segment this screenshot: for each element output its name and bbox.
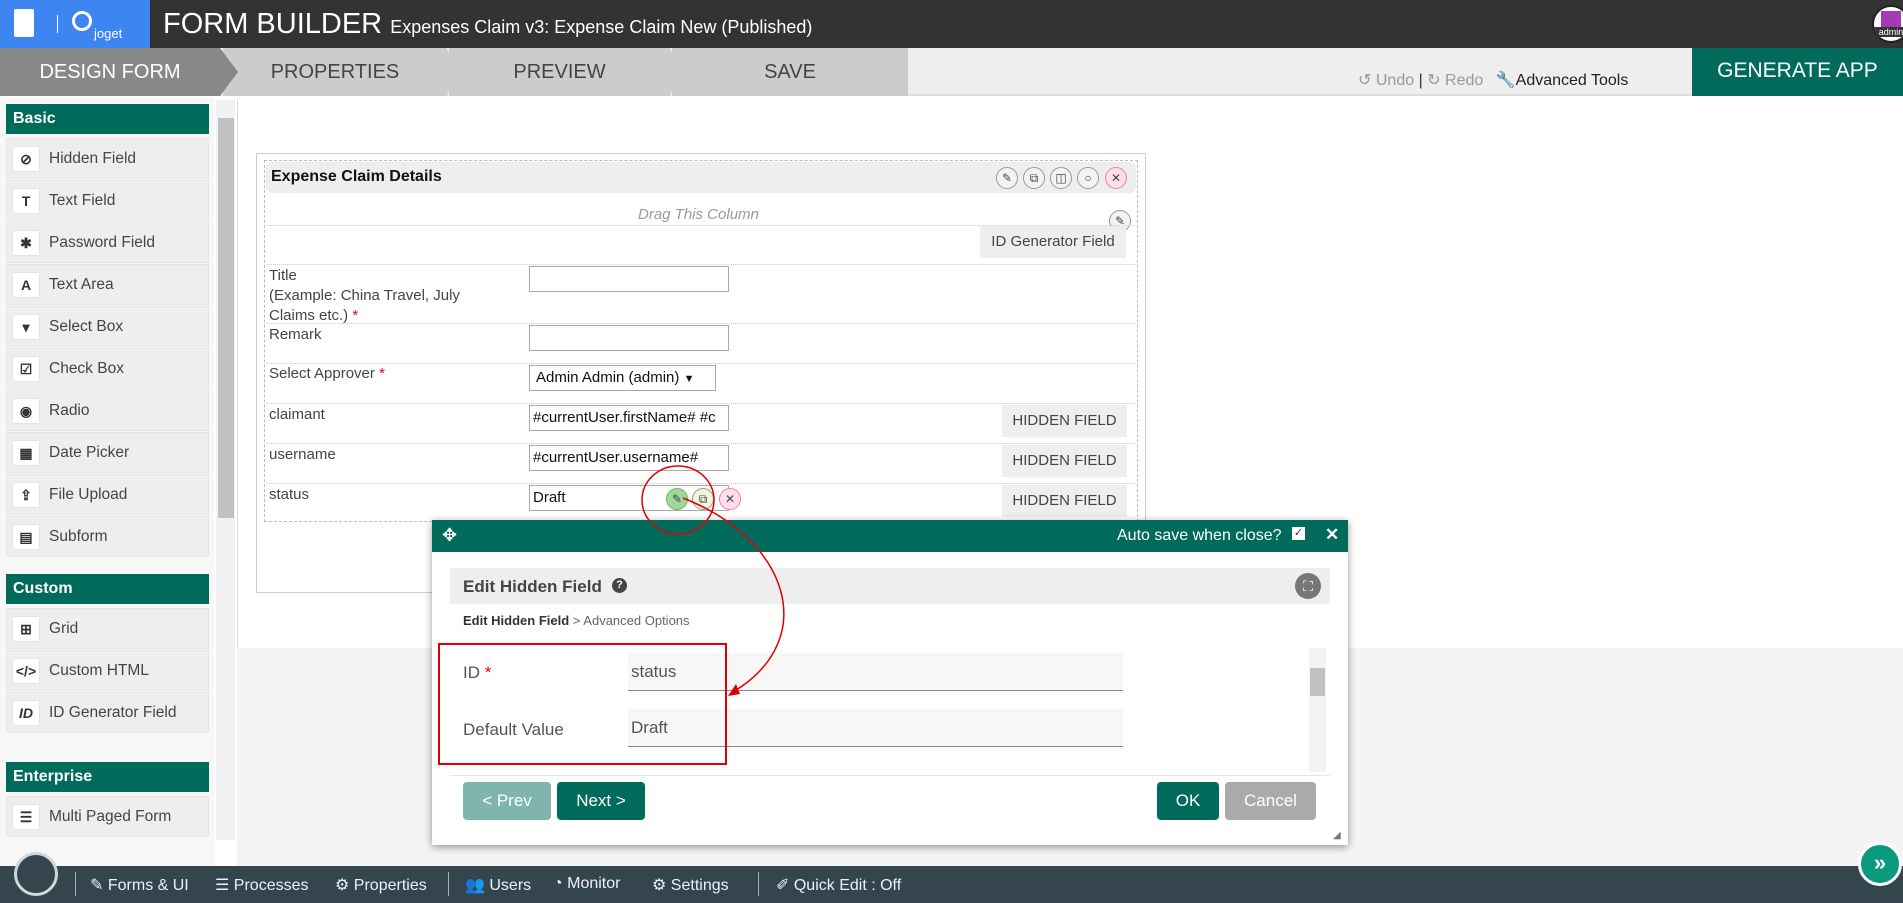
chevron-icon — [220, 48, 238, 96]
processes-link[interactable]: ☰ Processes — [215, 875, 309, 895]
link-label: Monitor — [567, 875, 621, 892]
separator — [448, 872, 449, 896]
annotation-arrow — [641, 465, 785, 696]
link-label: Settings — [670, 877, 729, 894]
joget-home-icon[interactable] — [14, 852, 58, 896]
monitor-link[interactable]: ◔ Monitor — [553, 875, 620, 893]
settings-link[interactable]: ⚙ Settings — [652, 875, 729, 895]
expand-panel-button[interactable]: » — [1858, 842, 1902, 886]
quick-edit-toggle[interactable]: ✐ Quick Edit : Off — [776, 875, 901, 895]
bottom-bar: ✎ Forms & UI ☰ Processes ⚙ Properties 👥 … — [0, 852, 1903, 903]
link-label: Processes — [233, 877, 309, 894]
link-label: Quick Edit : Off — [793, 877, 902, 894]
annotation-curve — [682, 497, 785, 693]
link-label: Properties — [353, 877, 427, 894]
users-link[interactable]: 👥 Users — [465, 875, 531, 895]
chevron-icon — [446, 48, 462, 96]
link-label: Forms & UI — [107, 877, 189, 894]
link-label: Users — [489, 877, 532, 894]
arrowhead — [728, 684, 740, 696]
properties-link[interactable]: ⚙ Properties — [335, 875, 427, 895]
forms-ui-link[interactable]: ✎ Forms & UI — [90, 875, 189, 895]
separator — [75, 872, 76, 896]
chevron-icon — [669, 48, 685, 96]
separator — [758, 872, 759, 896]
annotation-circle — [641, 465, 715, 535]
